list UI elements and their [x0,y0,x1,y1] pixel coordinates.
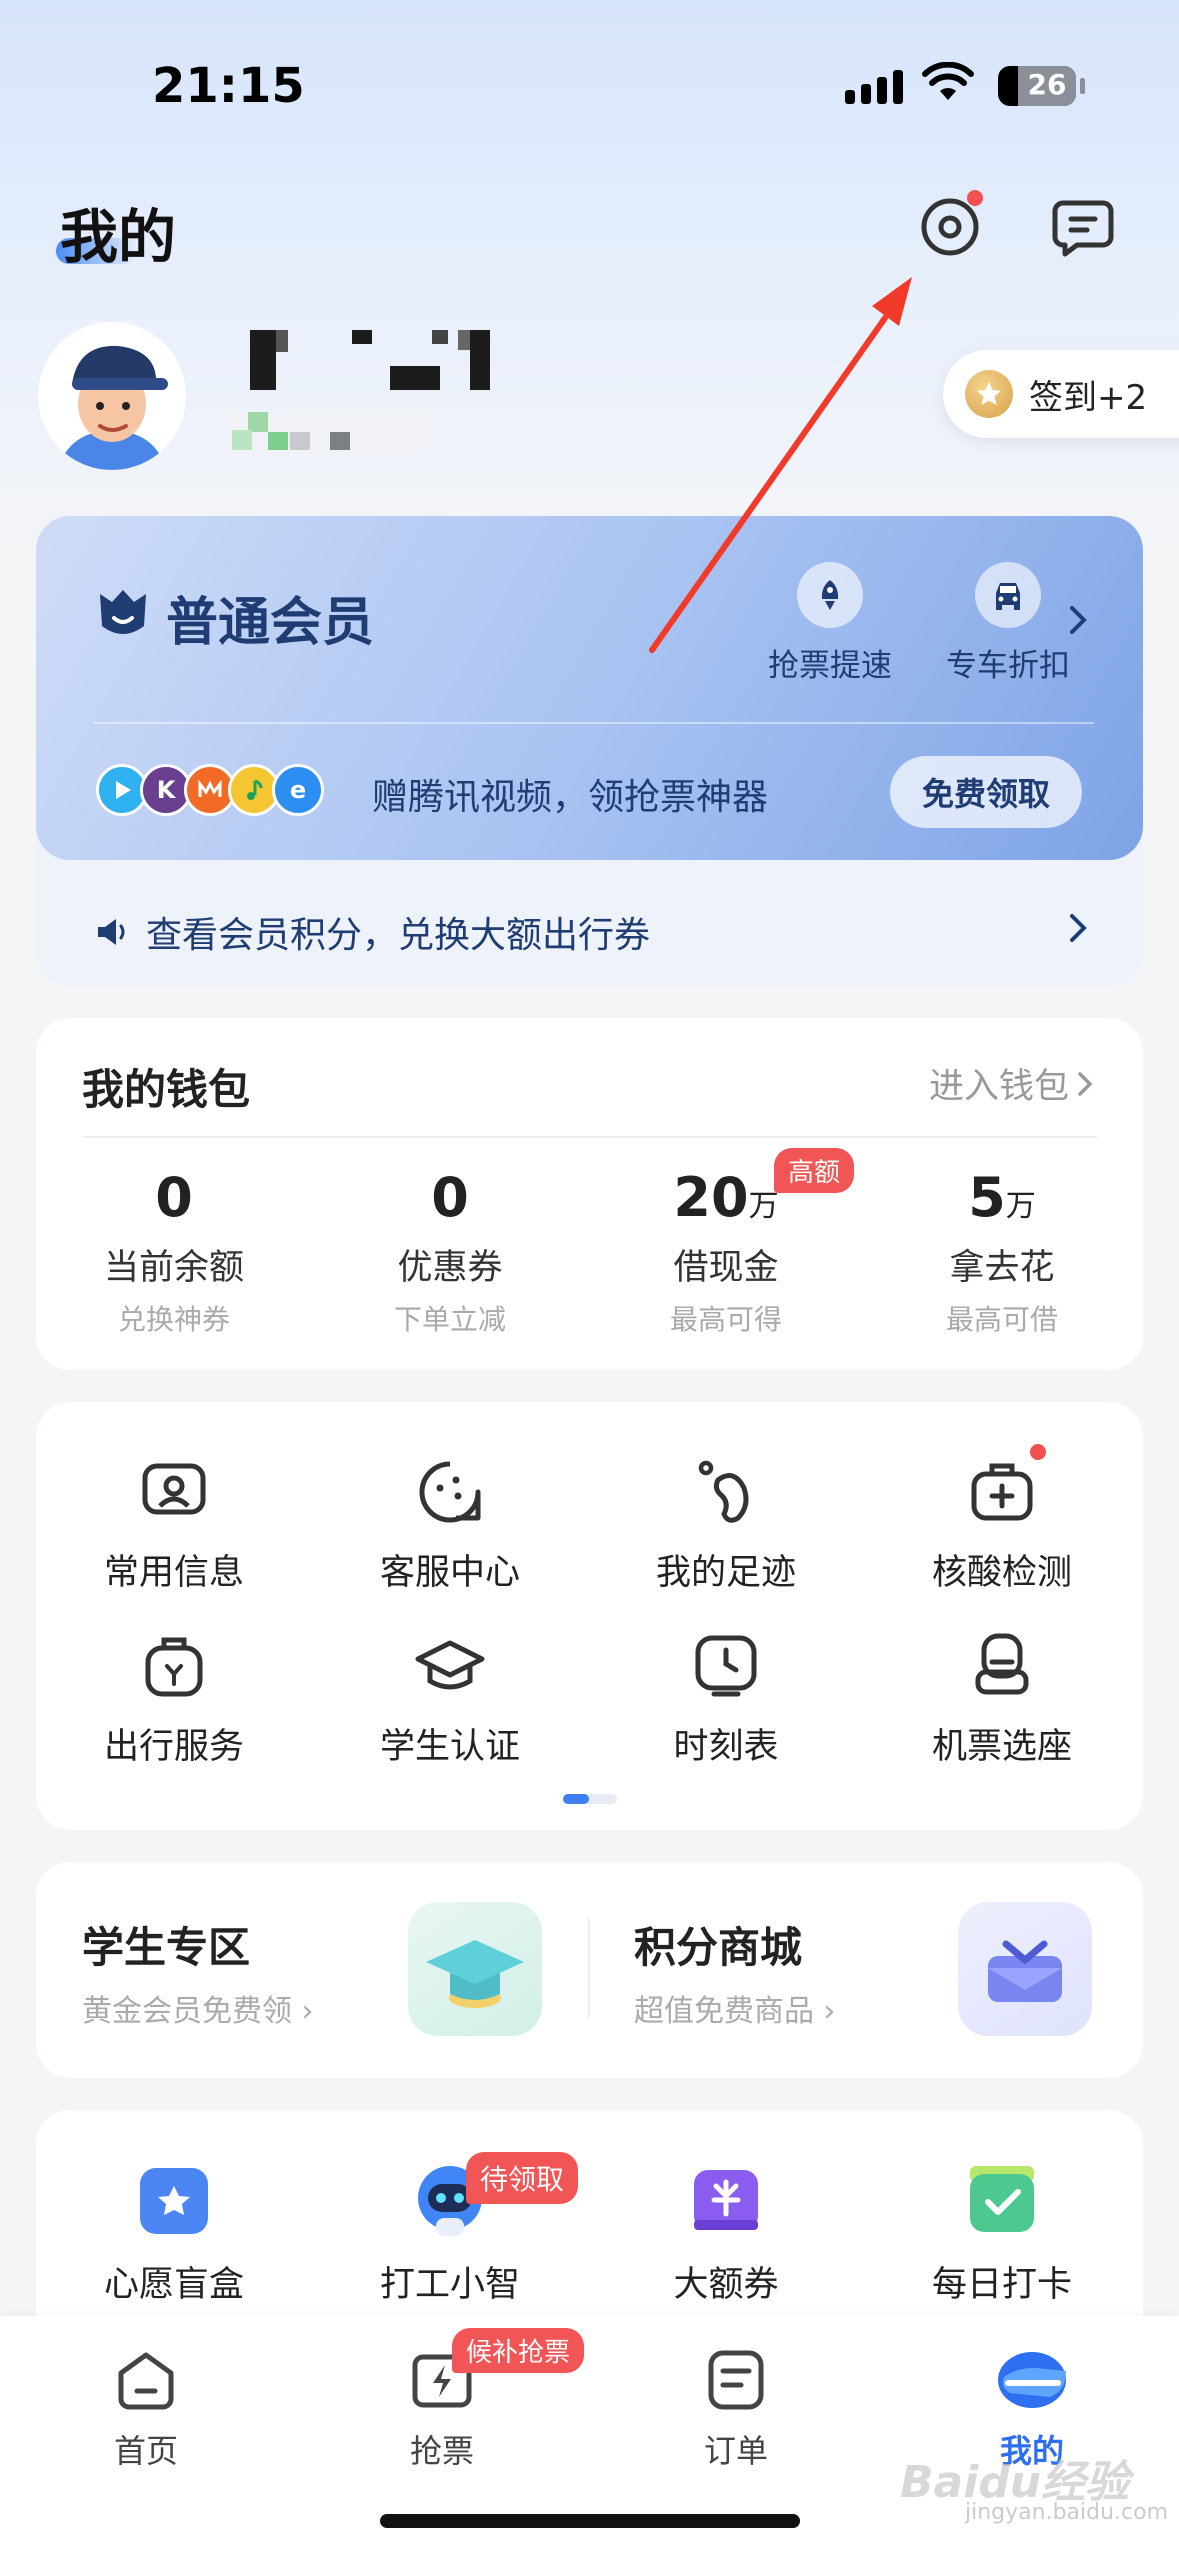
service-label: 客服中心 [379,1553,520,1593]
tool-label: 每日打卡 [931,2265,1072,2305]
service-label: 学生认证 [379,1727,520,1767]
footprint-icon [698,1460,749,1523]
watermark-sub: jingyan.baidu.com [965,2500,1169,2525]
tool-label: 心愿盲盒 [103,2265,244,2305]
tool-big-coupon[interactable]: 大额券 [588,2160,864,2307]
tool-daily-checkin[interactable]: 每日打卡 [864,2160,1140,2307]
service-student-auth[interactable]: 学生认证 [312,1630,588,1769]
service-label: 时刻表 [673,1727,779,1767]
partner-app-logos: K e [96,764,324,816]
tab-label: 首页 [113,2432,178,2470]
wallet-coupons[interactable]: 0 优惠券 下单立减 [312,1166,588,1338]
divider [94,722,1094,724]
zone-title: 积分商城 [634,1923,803,1972]
coupons-label: 优惠券 [397,1248,503,1288]
service-label: 核酸检测 [931,1553,1072,1593]
e-app-icon: e [272,764,324,816]
luggage-icon [145,1637,203,1697]
graduation-cap-3d-icon [408,1902,542,2036]
chevron-right-icon[interactable] [1066,910,1090,946]
service-common-info[interactable]: 常用信息 [36,1456,312,1595]
seat-icon [975,1633,1029,1695]
profile-icon [998,2352,1066,2408]
tool-label: 打工小智 [379,2265,520,2305]
cash-loan-sub: 最高可得 [669,1303,782,1336]
enter-wallet-link[interactable]: 进入钱包 [929,1058,1095,1109]
service-label: 机票选座 [931,1727,1072,1767]
tab-orders[interactable]: 订单 [636,2344,836,2472]
balance-sub: 兑换神券 [117,1303,230,1336]
medical-kit-icon [971,1463,1033,1521]
tab-label: 订单 [703,2432,768,2470]
service-label: 出行服务 [103,1727,244,1767]
graduation-cap-icon [415,1640,485,1690]
cash-loan-unit: 万 [748,1189,779,1224]
credit-value: 5 [968,1166,1006,1229]
zones-card: 学生专区 黄金会员免费领 › 积分商城 超值免费商品 › [36,1862,1143,2078]
points-mall[interactable]: 积分商城 超值免费商品 › [590,1862,1143,2078]
wallet-credit[interactable]: 5万 拿去花 最高可借 [864,1166,1140,1338]
enter-wallet-label: 进入钱包 [928,1067,1069,1107]
service-seat-selection[interactable]: 机票选座 [864,1630,1140,1769]
checkin-calendar-icon [962,2160,1042,2240]
promo-text: 赠腾讯视频，领抢票神器 [372,777,769,818]
home-indicator[interactable] [380,2514,800,2528]
chevron-right-icon [1078,1071,1093,1096]
student-zone[interactable]: 学生专区 黄金会员免费领 › [36,1862,588,2078]
gift-box-3d-icon [958,1902,1092,2036]
coupons-sub: 下单立减 [393,1303,506,1336]
coupons-value: 0 [431,1166,469,1229]
high-amount-badge: 高额 [774,1148,855,1193]
service-customer-center[interactable]: 客服中心 [312,1456,588,1595]
home-icon [118,2352,174,2410]
page-title: 我的 [60,203,177,271]
service-label: 我的足迹 [655,1553,796,1593]
order-icon [708,2350,764,2410]
service-nucleic-test[interactable]: 核酸检测 [864,1456,1140,1595]
zone-title: 学生专区 [82,1923,251,1972]
id-card-icon [142,1463,206,1515]
to-claim-badge: 待领取 [466,2152,579,2204]
cash-loan-label: 借现金 [673,1248,779,1288]
zone-sub: 黄金会员免费领 › [82,1994,314,2029]
wallet-card: 我的钱包 进入钱包 0 当前余额 兑换神券 0 优惠券 下单立减 20万 借现金… [36,1018,1143,1370]
zone-sub-text: 超值免费商品 [634,1994,814,2029]
credit-label: 拿去花 [949,1248,1055,1288]
tool-label: 大额券 [673,2265,779,2305]
tab-label: 抢票 [409,2432,474,2470]
service-timetable[interactable]: 时刻表 [588,1630,864,1769]
zone-sub-text: 黄金会员免费领 [82,1994,292,2029]
points-text: 查看会员积分，兑换大额出行券 [146,915,651,956]
member-points-link[interactable]: 查看会员积分，兑换大额出行券 [94,906,650,958]
credit-sub: 最高可借 [945,1303,1058,1336]
credit-unit: 万 [1005,1189,1036,1224]
service-travel[interactable]: 出行服务 [36,1630,312,1769]
notification-dot [1030,1444,1046,1460]
service-footprint[interactable]: 我的足迹 [588,1456,864,1595]
divider [82,1136,1097,1138]
wallet-title: 我的钱包 [82,1065,251,1114]
free-claim-button[interactable]: 免费领取 [890,756,1082,828]
service-label: 常用信息 [103,1553,244,1593]
annotation-arrow-icon [649,277,912,653]
customer-service-icon [419,1461,481,1523]
services-card: 常用信息 客服中心 我的足迹 核酸检测 出行服务 学生认证 时刻表 机票选座 [36,1402,1143,1830]
tab-home[interactable]: 首页 [46,2344,246,2472]
wallet-balance[interactable]: 0 当前余额 兑换神券 [36,1166,312,1338]
zone-sub: 超值免费商品 › [634,1994,836,2029]
cash-loan-value: 20 [673,1166,749,1229]
tool-wish-box[interactable]: 心愿盲盒 [36,2160,312,2307]
balance-value: 0 [155,1166,193,1229]
wish-box-icon [134,2160,214,2240]
waitlist-badge: 候补抢票 [452,2328,585,2373]
page-indicator [563,1794,617,1804]
balance-label: 当前余额 [103,1248,244,1288]
speaker-icon [98,919,125,945]
clock-icon [695,1635,757,1697]
coupon-icon [686,2160,766,2240]
